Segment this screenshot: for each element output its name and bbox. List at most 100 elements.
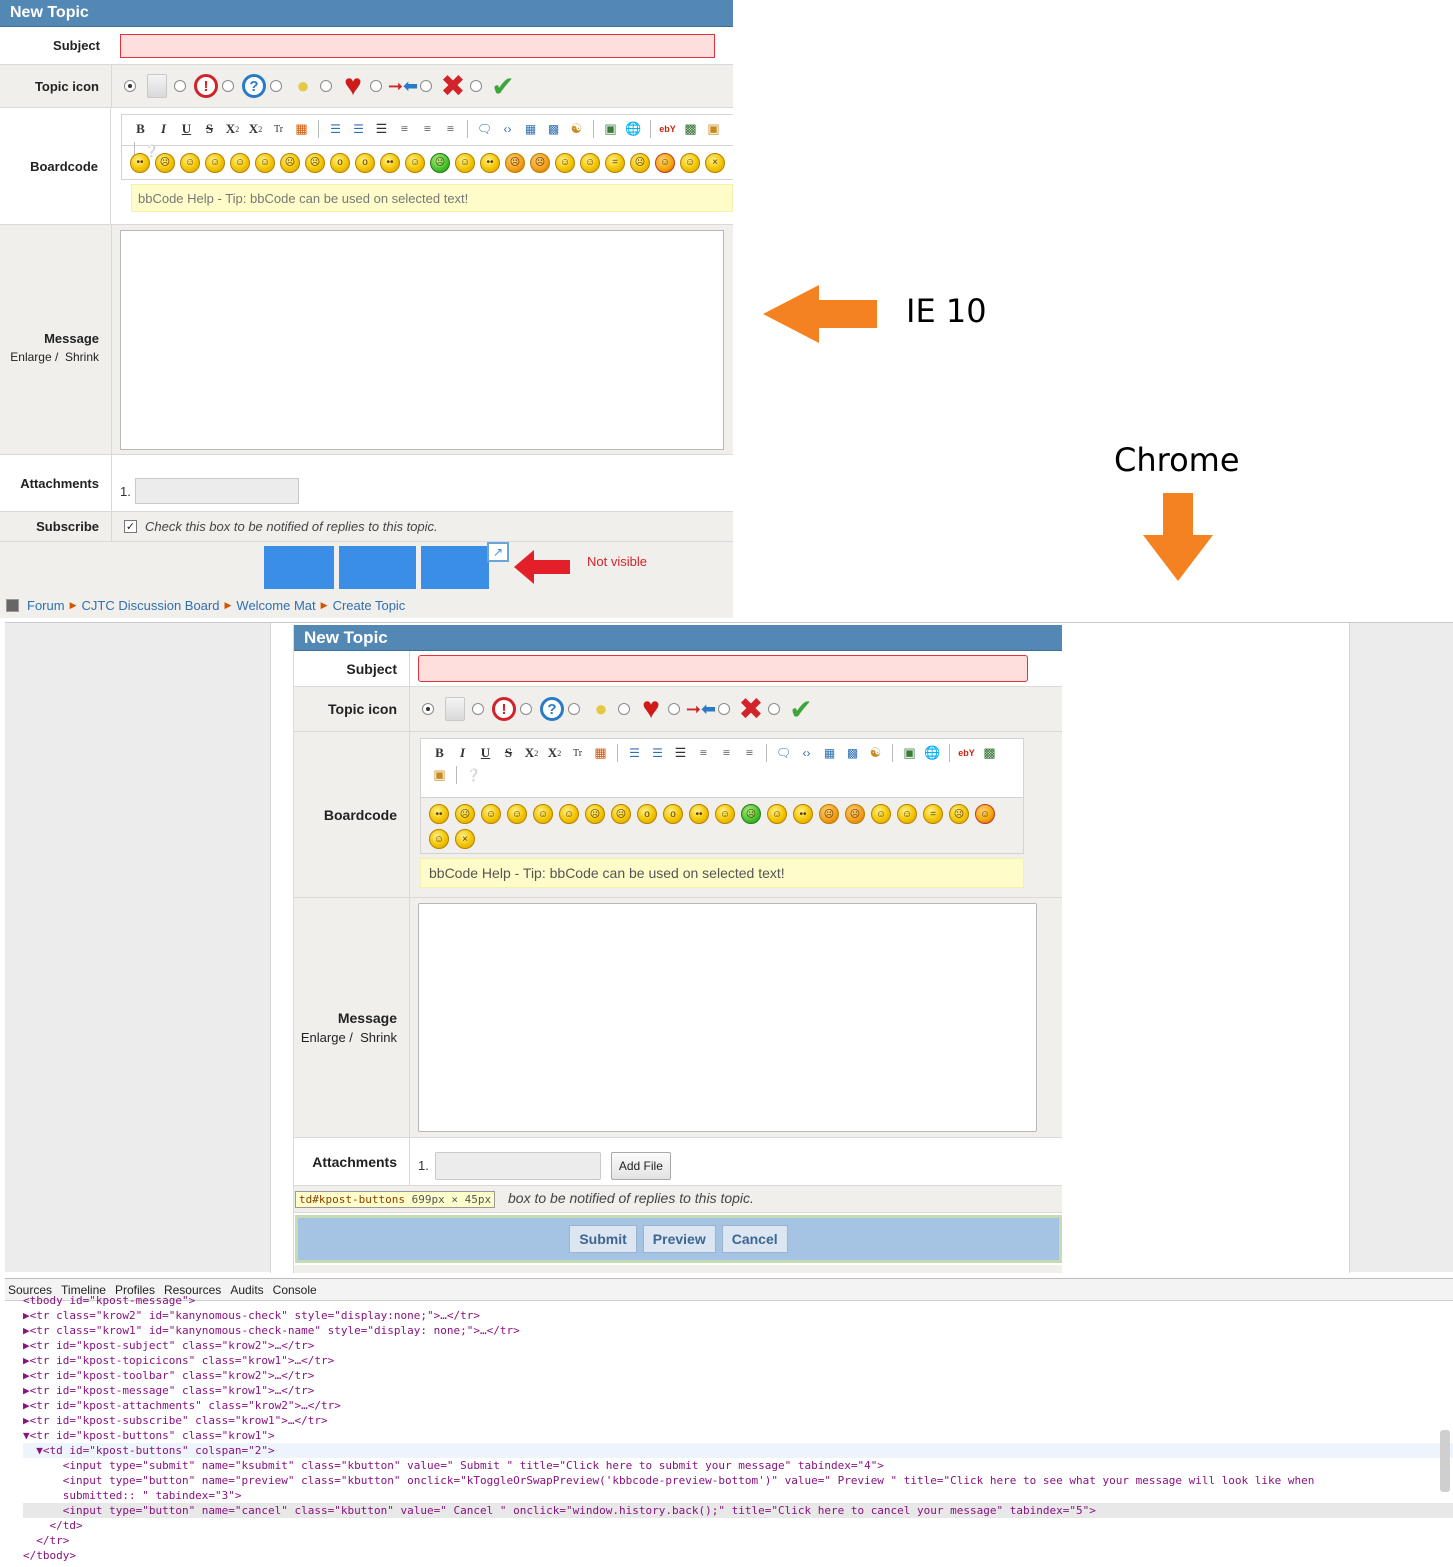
- smiley-confused-icon[interactable]: ☹: [305, 152, 325, 173]
- smiley-devil-icon[interactable]: ☺: [975, 804, 995, 824]
- ie-subject-input[interactable]: [120, 33, 715, 58]
- smiley-blush-icon[interactable]: ☺: [767, 804, 787, 824]
- video-icon[interactable]: ▩: [979, 743, 1000, 763]
- spoiler-icon[interactable]: ☯: [566, 119, 587, 139]
- dom-line[interactable]: </tbody>: [23, 1548, 1453, 1563]
- chrome-enlarge-link[interactable]: Enlarge /: [301, 1030, 353, 1045]
- dom-line-selected-td[interactable]: ▼<td id="kpost-buttons" colspan="2">: [23, 1443, 1453, 1458]
- smiley-crazy-icon[interactable]: ☺: [580, 152, 600, 173]
- chrome-subject-input[interactable]: [418, 655, 1028, 682]
- map-icon[interactable]: ▣: [429, 765, 450, 785]
- code-icon[interactable]: ‹›: [497, 119, 518, 139]
- smiley-cool-icon[interactable]: ••: [130, 152, 150, 173]
- smiley-rolleyes-icon[interactable]: ••: [793, 804, 813, 824]
- numbered-list-icon[interactable]: ☰: [348, 119, 369, 139]
- bullet-list-icon[interactable]: ☰: [325, 119, 346, 139]
- spoiler-icon[interactable]: ☯: [865, 743, 886, 763]
- smiley-dry-icon[interactable]: ☹: [630, 152, 650, 173]
- smiley-wink-icon[interactable]: ☺: [230, 152, 250, 173]
- dom-line[interactable]: <input type="button" name="preview" clas…: [23, 1473, 1453, 1488]
- link-icon[interactable]: 🌐: [922, 743, 943, 763]
- subscript-icon[interactable]: X2: [222, 119, 243, 139]
- dom-line[interactable]: ▶<tr class="krow2" id="kanynomous-check"…: [23, 1308, 1453, 1323]
- dom-line[interactable]: ▶<tr id="kpost-subscribe" class="krow1">…: [23, 1413, 1453, 1428]
- numbered-list-icon[interactable]: ☰: [647, 743, 668, 763]
- smiley-angel-icon[interactable]: ☺: [429, 829, 449, 849]
- italic-icon[interactable]: I: [153, 119, 174, 139]
- smiley-tongue-icon[interactable]: ☺: [255, 152, 275, 173]
- devtools-scrollbar[interactable]: [1440, 1430, 1450, 1492]
- smiley-angel-icon[interactable]: ☺: [680, 152, 700, 173]
- smiley-eyes-icon[interactable]: ••: [689, 804, 709, 824]
- superscript-icon[interactable]: X2: [245, 119, 266, 139]
- smiley-cool-icon[interactable]: ••: [429, 804, 449, 824]
- smiley-silent-icon[interactable]: =: [923, 804, 943, 824]
- dom-line[interactable]: ▶<tr id="kpost-topicicons" class="krow1"…: [23, 1353, 1453, 1368]
- smiley-smile-icon[interactable]: ☺: [481, 804, 501, 824]
- ie-cancel-button[interactable]: [421, 546, 489, 589]
- align-right-icon[interactable]: ≡: [739, 743, 760, 763]
- smiley-grin-icon[interactable]: ☺: [507, 804, 527, 824]
- submit-button[interactable]: Submit: [569, 1225, 637, 1253]
- smiley-wink-icon[interactable]: ☺: [533, 804, 553, 824]
- smiley-silent-icon[interactable]: =: [605, 152, 625, 173]
- topic-icon-radio-lightbulb[interactable]: [270, 80, 282, 92]
- dom-line[interactable]: ▶<tr id="kpost-attachments" class="krow2…: [23, 1398, 1453, 1413]
- ie-preview-button[interactable]: [339, 546, 416, 589]
- chrome-topic-radio-x[interactable]: [718, 703, 730, 715]
- ie-subscribe-checkbox[interactable]: ✓: [124, 520, 137, 533]
- image-icon[interactable]: ▣: [600, 119, 621, 139]
- quote-icon[interactable]: 🗨: [474, 119, 495, 139]
- preview-button[interactable]: Preview: [642, 1225, 716, 1253]
- smiley-sad-icon[interactable]: ☹: [155, 152, 175, 173]
- strikethrough-icon[interactable]: S: [498, 743, 519, 763]
- image-icon[interactable]: ▣: [899, 743, 920, 763]
- align-left-icon[interactable]: ≡: [394, 119, 415, 139]
- smiley-sick-icon[interactable]: ☹: [741, 804, 761, 824]
- chrome-topic-radio-arrows[interactable]: [668, 703, 680, 715]
- dom-line[interactable]: ▶<tr class="krow1" id="kanynomous-check-…: [23, 1323, 1453, 1338]
- font-size-icon[interactable]: Tr: [268, 119, 289, 139]
- smiley-shocked-icon[interactable]: o: [330, 152, 350, 173]
- chrome-file-input[interactable]: [434, 1151, 601, 1180]
- dom-line[interactable]: ▶<tr id="kpost-message" class="krow1">…<…: [23, 1383, 1453, 1398]
- cancel-button[interactable]: Cancel: [721, 1225, 788, 1253]
- smiley-dry-icon[interactable]: ☹: [949, 804, 969, 824]
- align-center-icon[interactable]: ≡: [716, 743, 737, 763]
- ebay-icon[interactable]: ebY: [657, 119, 678, 139]
- topic-icon-radio-arrows[interactable]: [370, 80, 382, 92]
- strikethrough-icon[interactable]: S: [199, 119, 220, 139]
- smiley-devil-icon[interactable]: ☺: [655, 152, 675, 173]
- chrome-shrink-link[interactable]: Shrink: [360, 1030, 397, 1045]
- smiley-blush-icon[interactable]: ☺: [455, 152, 475, 173]
- ie-submit-button[interactable]: [264, 546, 334, 589]
- dom-line[interactable]: ▼<tr id="kpost-buttons" class="krow1">: [23, 1428, 1453, 1443]
- smiley-kiss-icon[interactable]: ☺: [555, 152, 575, 173]
- ie-message-textarea[interactable]: [120, 229, 724, 450]
- dom-line[interactable]: ▶<tr id="kpost-toolbar" class="krow2">…<…: [23, 1368, 1453, 1383]
- topic-icon-radio-default[interactable]: [124, 80, 136, 92]
- smiley-cry-icon[interactable]: ☹: [845, 804, 865, 824]
- topic-icon-radio-heart[interactable]: [320, 80, 332, 92]
- topic-icon-radio-exclamation[interactable]: [174, 80, 186, 92]
- smiley-surprised-icon[interactable]: o: [355, 152, 375, 173]
- italic-icon[interactable]: I: [452, 743, 473, 763]
- smiley-eyes-icon[interactable]: ••: [380, 152, 400, 173]
- align-center-icon[interactable]: ≡: [417, 119, 438, 139]
- smiley-rolleyes-icon[interactable]: ••: [480, 152, 500, 173]
- align-right-icon[interactable]: ≡: [440, 119, 461, 139]
- bold-icon[interactable]: B: [130, 119, 151, 139]
- quote-icon[interactable]: 🗨: [773, 743, 794, 763]
- color-grid-icon[interactable]: ▦: [590, 743, 611, 763]
- smiley-kiss-icon[interactable]: ☺: [871, 804, 891, 824]
- smiley-grin-icon[interactable]: ☺: [205, 152, 225, 173]
- breadcrumb-create-topic[interactable]: Create Topic: [333, 598, 406, 613]
- smiley-sick-icon[interactable]: ☹: [430, 152, 450, 173]
- bullet-list-icon[interactable]: ☰: [624, 743, 645, 763]
- list-item-icon[interactable]: ☰: [371, 119, 392, 139]
- smiley-smile-icon[interactable]: ☺: [180, 152, 200, 173]
- color-grid-icon[interactable]: ▦: [291, 119, 312, 139]
- smiley-unsure-icon[interactable]: ☹: [505, 152, 525, 173]
- dom-line[interactable]: <input type="submit" name="ksubmit" clas…: [23, 1458, 1453, 1473]
- chrome-topic-radio-heart[interactable]: [618, 703, 630, 715]
